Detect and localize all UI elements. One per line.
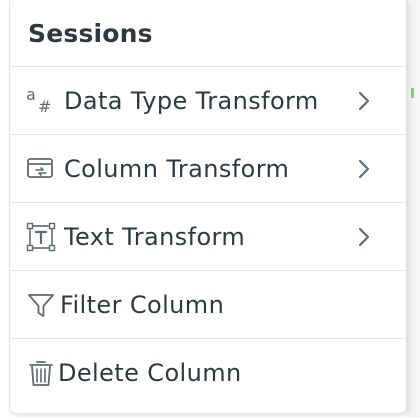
column-context-menu: Sessions a # Data Type Transform Column … — [9, 0, 407, 414]
chevron-right-icon — [358, 91, 370, 110]
trash-icon — [26, 358, 56, 388]
menu-item-label: Filter Column — [60, 290, 225, 319]
chevron-right-icon — [358, 227, 370, 246]
menu-item-data-type-transform[interactable]: a # Data Type Transform — [10, 67, 406, 135]
menu-item-text-transform[interactable]: Text Transform — [10, 203, 406, 271]
menu-item-label: Text Transform — [64, 222, 246, 251]
filter-icon — [26, 290, 56, 320]
chevron-right-icon — [358, 159, 370, 178]
menu-title: Sessions — [28, 18, 153, 48]
menu-item-filter-column[interactable]: Filter Column — [10, 271, 406, 339]
text-transform-icon — [26, 222, 56, 252]
svg-text:#: # — [38, 97, 51, 116]
menu-item-label: Data Type Transform — [64, 86, 319, 115]
menu-item-column-transform[interactable]: Column Transform — [10, 135, 406, 203]
menu-item-label: Delete Column — [58, 359, 242, 387]
grid-marker — [411, 88, 414, 98]
column-transform-icon — [26, 154, 56, 184]
menu-item-delete-column[interactable]: Delete Column — [10, 339, 406, 407]
background-grid-edge — [406, 0, 420, 418]
menu-header: Sessions — [10, 0, 406, 67]
svg-text:a: a — [26, 86, 36, 104]
data-type-icon: a # — [26, 86, 56, 116]
menu-item-label: Column Transform — [64, 154, 290, 183]
